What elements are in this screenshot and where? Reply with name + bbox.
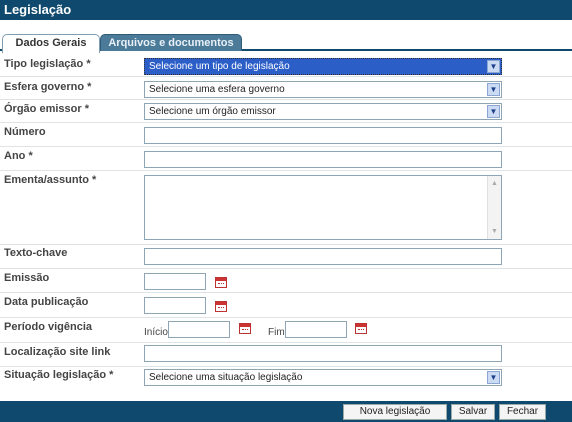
calendar-icon[interactable]	[355, 323, 367, 334]
tab-bar: Dados Gerais Arquivos e documentos	[0, 20, 572, 53]
row-orgao: Órgão emissor * Selecione um órgão emiss…	[0, 100, 572, 123]
numero-input[interactable]	[144, 127, 502, 144]
situacao-select[interactable]: Selecione uma situação legislação ▼	[144, 369, 502, 386]
page-title: Legislação	[0, 0, 572, 20]
row-emissao: Emissão	[0, 269, 572, 293]
scroll-down-icon[interactable]: ▼	[490, 227, 499, 236]
row-localizacao: Localização site link	[0, 343, 572, 367]
row-periodo: Período vigência Início Fim	[0, 318, 572, 343]
data-publicacao-input[interactable]	[144, 297, 206, 314]
ano-input[interactable]	[144, 151, 502, 168]
tipo-select-value: Selecione um tipo de legislação	[149, 61, 290, 72]
tab-arquivos-documentos[interactable]: Arquivos e documentos	[100, 34, 242, 51]
row-ano: Ano *	[0, 147, 572, 171]
scroll-up-icon[interactable]: ▲	[490, 179, 499, 188]
esfera-label: Esfera governo *	[4, 81, 92, 93]
orgao-label: Órgão emissor *	[4, 103, 89, 115]
localizacao-input[interactable]	[144, 345, 502, 362]
orgao-select-value: Selecione um órgão emissor	[149, 106, 276, 117]
situacao-label: Situação legislação *	[4, 369, 114, 381]
chevron-down-icon[interactable]: ▼	[487, 60, 500, 73]
fim-label: Fim	[268, 327, 285, 338]
salvar-button[interactable]: Salvar	[451, 404, 495, 420]
orgao-select[interactable]: Selecione um órgão emissor ▼	[144, 103, 502, 120]
chevron-down-icon[interactable]: ▼	[487, 83, 500, 96]
localizacao-label: Localização site link	[4, 346, 111, 358]
nova-legislacao-button[interactable]: Nova legislação	[343, 404, 447, 420]
emissao-label: Emissão	[4, 272, 50, 284]
row-ementa: Ementa/assunto * ▲ ▼	[0, 171, 572, 245]
row-situacao: Situação legislação * Selecione uma situ…	[0, 367, 572, 391]
row-tipo: Tipo legislação * Selecione um tipo de l…	[0, 53, 572, 77]
fechar-button[interactable]: Fechar	[499, 404, 546, 420]
texto-chave-label: Texto-chave	[4, 247, 68, 259]
situacao-select-value: Selecione uma situação legislação	[149, 372, 303, 383]
row-esfera: Esfera governo * Selecione uma esfera go…	[0, 77, 572, 100]
fim-input[interactable]	[285, 321, 347, 338]
esfera-select-value: Selecione uma esfera governo	[149, 84, 285, 95]
ano-label: Ano *	[4, 150, 33, 162]
data-publicacao-label: Data publicação	[4, 296, 89, 308]
inicio-label: Início	[144, 327, 168, 338]
footer-bar: Nova legislação Salvar Fechar	[0, 401, 572, 422]
ementa-scrollbar[interactable]: ▲ ▼	[487, 176, 501, 239]
tipo-label: Tipo legislação *	[4, 58, 91, 70]
row-data-publicacao: Data publicação	[0, 293, 572, 318]
ementa-textarea[interactable]: ▲ ▼	[144, 175, 502, 240]
chevron-down-icon[interactable]: ▼	[487, 371, 500, 384]
tipo-select[interactable]: Selecione um tipo de legislação ▼	[144, 58, 502, 75]
periodo-label: Período vigência	[4, 321, 93, 333]
calendar-icon[interactable]	[215, 301, 227, 312]
calendar-icon[interactable]	[215, 277, 227, 288]
tab-dados-gerais[interactable]: Dados Gerais	[2, 34, 100, 53]
chevron-down-icon[interactable]: ▼	[487, 105, 500, 118]
ementa-label: Ementa/assunto *	[4, 174, 97, 186]
emissao-input[interactable]	[144, 273, 206, 290]
inicio-input[interactable]	[168, 321, 230, 338]
numero-label: Número	[4, 126, 46, 138]
row-numero: Número	[0, 123, 572, 147]
calendar-icon[interactable]	[239, 323, 251, 334]
esfera-select[interactable]: Selecione uma esfera governo ▼	[144, 81, 502, 98]
texto-chave-input[interactable]	[144, 248, 502, 265]
row-texto-chave: Texto-chave	[0, 245, 572, 269]
